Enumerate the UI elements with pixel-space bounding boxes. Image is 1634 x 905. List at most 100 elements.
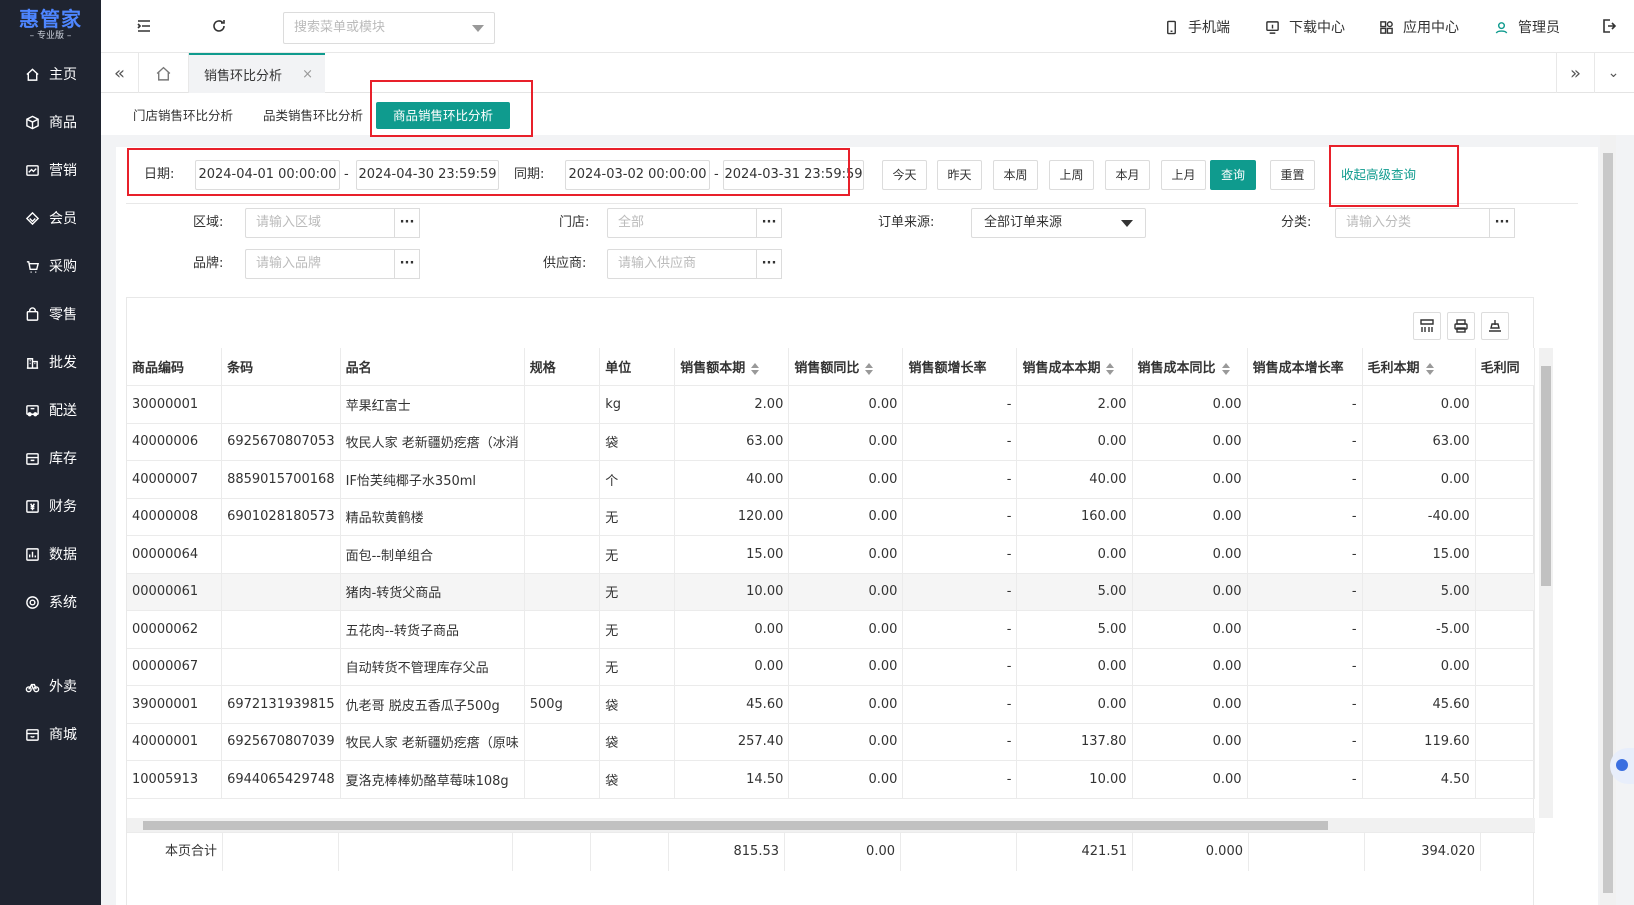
table-cell bbox=[524, 498, 601, 536]
yesterday-button[interactable]: 昨天 bbox=[937, 160, 982, 190]
sidebar-item-label: 商城 bbox=[49, 727, 77, 743]
region-input[interactable]: 请输入区域 ··· bbox=[245, 208, 420, 238]
bag-icon bbox=[24, 306, 40, 322]
table-row[interactable]: 40000007 8859015700168 IF怡芙纯椰子水350ml 个 40.00… bbox=[127, 460, 1535, 499]
menu-toggle-icon[interactable] bbox=[134, 16, 154, 36]
table-row[interactable]: 40000006 6925670807053 牧民人家 老新疆奶疙瘩（冰消袋 63.0… bbox=[127, 423, 1535, 461]
sidebar-item-box[interactable]: 商品 bbox=[0, 98, 101, 146]
app-center-link[interactable]: 应用中心 bbox=[1379, 17, 1459, 37]
category-input[interactable]: 请输入分类 ··· bbox=[1335, 208, 1515, 238]
table-row[interactable]: 00000067 自动转货不管理库存父品无 0.00 0.00-0.00 0.00-0.… bbox=[127, 648, 1535, 686]
print-icon[interactable] bbox=[1447, 312, 1475, 340]
same-end-input[interactable]: 2024-03-31 23:59:59 bbox=[723, 160, 864, 190]
table-cell: 0.00 bbox=[788, 610, 904, 649]
table-row[interactable]: 00000064 面包--制单组合无 15.00 0.00-0.00 0.00-15.0… bbox=[127, 535, 1535, 574]
store-picker-button[interactable]: ··· bbox=[756, 208, 782, 238]
sidebar-item-cart[interactable]: 采购 bbox=[0, 242, 101, 290]
table-horizontal-scrollbar[interactable] bbox=[127, 818, 1535, 832]
subtab-product-analysis[interactable]: 商品销售环比分析 bbox=[376, 102, 511, 129]
subtab-category-analysis[interactable]: 品类销售环比分析 bbox=[263, 102, 363, 129]
column-header[interactable]: 销售成本本期 bbox=[1016, 348, 1133, 386]
table-vertical-scrollbar[interactable] bbox=[1539, 348, 1553, 818]
sidebar-item-data[interactable]: 数据 bbox=[0, 530, 101, 578]
table-row[interactable]: 00000062 五花肉--转货子商品无 0.00 0.00-5.00 0.00- -5.… bbox=[127, 610, 1535, 649]
sidebar-item-home[interactable]: 主页 bbox=[0, 50, 101, 98]
sidebar-item-store[interactable]: 商城 bbox=[0, 710, 101, 758]
page-vertical-scrollbar[interactable] bbox=[1600, 135, 1616, 905]
table-row[interactable]: 40000001 6925670807039 牧民人家 老新疆奶疙瘩（原味 袋 257.… bbox=[127, 723, 1535, 761]
brand-picker-button[interactable]: ··· bbox=[394, 249, 420, 279]
close-icon[interactable]: × bbox=[302, 67, 313, 82]
column-header[interactable]: 销售额本期 bbox=[674, 348, 790, 386]
home-tab-icon[interactable] bbox=[139, 53, 189, 93]
reset-button[interactable]: 重置 bbox=[1270, 160, 1315, 190]
table-row[interactable]: 30000001 苹果红富士 kg 2.00 0.00-2.00 0.00-0.00 bbox=[127, 385, 1535, 424]
sidebar-item-truck[interactable]: 配送 bbox=[0, 386, 101, 434]
column-header[interactable]: 销售额同比 bbox=[788, 348, 904, 386]
sidebar-item-diamond[interactable]: 会员 bbox=[0, 194, 101, 242]
sidebar-item-building[interactable]: 批发 bbox=[0, 338, 101, 386]
main-content: 日期: 2024-04-01 00:00:00 - 2024-04-30 23:… bbox=[116, 147, 1598, 905]
horizontal-scroll-thumb[interactable] bbox=[143, 821, 1328, 830]
tabs-scroll-left-icon[interactable]: « bbox=[101, 53, 139, 93]
order-source-select[interactable]: 全部订单来源 bbox=[971, 208, 1146, 238]
table-cell: - bbox=[1247, 498, 1363, 536]
footer-profit-total: 394.020 bbox=[1365, 833, 1481, 871]
last-month-button[interactable]: 上月 bbox=[1161, 160, 1206, 190]
table-cell: 500g bbox=[524, 685, 601, 724]
column-header[interactable]: 销售成本同比 bbox=[1132, 348, 1248, 386]
table-row[interactable]: 00000061 猪肉-转货父商品无 10.00 0.00-5.00 0.00-5.00 bbox=[127, 573, 1535, 611]
user-menu[interactable]: 管理员 bbox=[1494, 17, 1560, 37]
column-header[interactable]: 毛利本期 bbox=[1362, 348, 1476, 386]
sort-icon[interactable] bbox=[1221, 362, 1230, 375]
table-cell: 2.00 bbox=[1016, 385, 1133, 424]
date-start-input[interactable]: 2024-04-01 00:00:00 bbox=[195, 160, 340, 190]
sort-icon[interactable] bbox=[1106, 362, 1115, 375]
last-week-button[interactable]: 上周 bbox=[1049, 160, 1094, 190]
table-body: 30000001 苹果红富士 kg 2.00 0.00-2.00 0.00-0.00 400… bbox=[127, 385, 1535, 799]
sort-icon[interactable] bbox=[751, 362, 760, 375]
category-picker-button[interactable]: ··· bbox=[1489, 208, 1515, 238]
sidebar-item-chart[interactable]: 营销 bbox=[0, 146, 101, 194]
this-week-button[interactable]: 本周 bbox=[993, 160, 1038, 190]
supplier-picker-button[interactable]: ··· bbox=[756, 249, 782, 279]
sort-icon[interactable] bbox=[1425, 362, 1434, 375]
sort-icon[interactable] bbox=[865, 362, 874, 375]
tabs-menu-chevron-icon[interactable]: ⌄ bbox=[1594, 53, 1632, 93]
same-start-input[interactable]: 2024-03-02 00:00:00 bbox=[565, 160, 710, 190]
sidebar-item-gear[interactable]: 系统 bbox=[0, 578, 101, 626]
table-row[interactable]: 10005913 6944065429748 夏洛克棒棒奶酪草莓味108g 袋 14.5… bbox=[127, 760, 1535, 799]
table-cell: -40.00 bbox=[1362, 498, 1476, 536]
export-icon[interactable] bbox=[1481, 312, 1509, 340]
collapse-advanced-query-link[interactable]: 收起高级查询 bbox=[1341, 160, 1416, 190]
sidebar-item-bike[interactable]: 外卖 bbox=[0, 662, 101, 710]
sidebar-item-money[interactable]: 财务 bbox=[0, 482, 101, 530]
query-button[interactable]: 查询 bbox=[1210, 160, 1256, 190]
brand-input[interactable]: 请输入品牌 ··· bbox=[245, 249, 420, 279]
store-input[interactable]: 全部 ··· bbox=[607, 208, 782, 238]
supplier-input[interactable]: 请输入供应商 ··· bbox=[607, 249, 782, 279]
table-row[interactable]: 39000001 6972131939815 仇老哥 脱皮五香瓜子500g 500g 袋… bbox=[127, 685, 1535, 724]
menu-search-select[interactable]: 搜索菜单或模块 bbox=[283, 12, 495, 44]
this-month-button[interactable]: 本月 bbox=[1105, 160, 1150, 190]
subtab-store-analysis[interactable]: 门店销售环比分析 bbox=[133, 102, 233, 129]
tabs-scroll-right-icon[interactable]: » bbox=[1556, 53, 1594, 93]
table-cell bbox=[1475, 610, 1535, 649]
brand-logo[interactable]: 惠管家 – 专业版 – bbox=[0, 0, 101, 50]
footer-cost-total: 421.51 bbox=[1017, 833, 1133, 871]
table-row[interactable]: 40000008 6901028180573 精品软黄鹤楼无 120.00 0.00-1… bbox=[127, 498, 1535, 536]
logout-icon[interactable] bbox=[1599, 16, 1619, 36]
download-center-link[interactable]: 下载中心 bbox=[1265, 17, 1345, 37]
sidebar-item-bag[interactable]: 零售 bbox=[0, 290, 101, 338]
refresh-icon[interactable] bbox=[209, 16, 229, 36]
column-settings-icon[interactable] bbox=[1413, 312, 1441, 340]
tab-sales-mom-analysis[interactable]: 销售环比分析 × bbox=[189, 53, 325, 93]
table-cell: 夏洛克棒棒奶酪草莓味108g bbox=[340, 760, 525, 799]
sidebar-item-warehouse[interactable]: 库存 bbox=[0, 434, 101, 482]
region-picker-button[interactable]: ··· bbox=[394, 208, 420, 238]
table-cell bbox=[221, 535, 341, 574]
date-end-input[interactable]: 2024-04-30 23:59:59 bbox=[356, 160, 499, 190]
today-button[interactable]: 今天 bbox=[882, 160, 927, 190]
brand-label: 品牌: bbox=[193, 256, 224, 271]
mobile-link[interactable]: 手机端 bbox=[1164, 17, 1230, 37]
